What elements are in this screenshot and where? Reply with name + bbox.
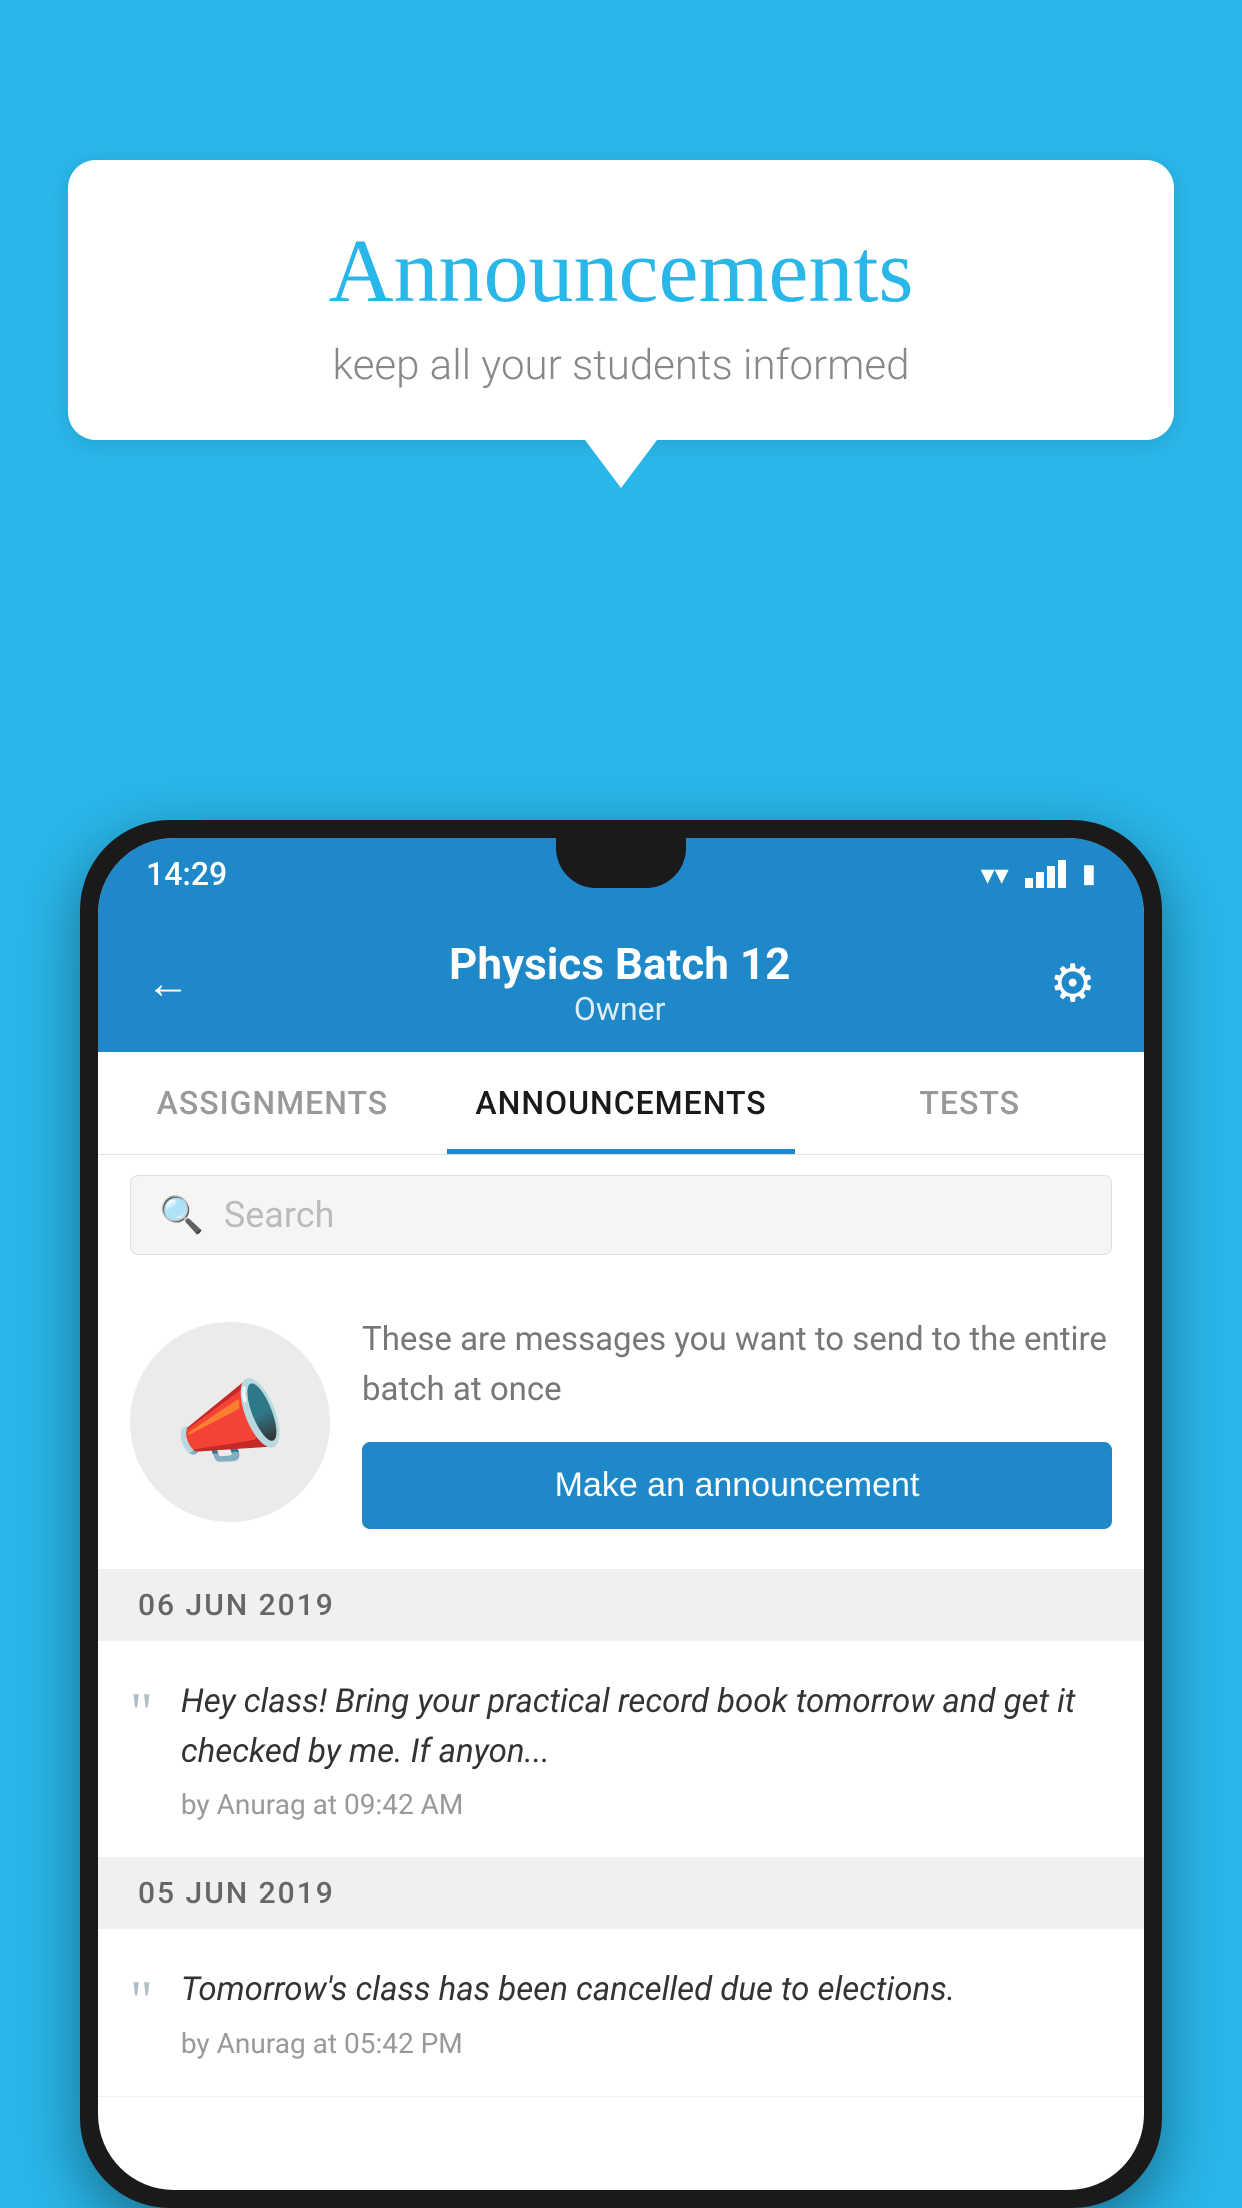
- announcement-item-2: " Tomorrow's class has been cancelled du…: [98, 1929, 1144, 2097]
- search-icon: 🔍: [159, 1194, 204, 1236]
- app-header: ← Physics Batch 12 Owner ⚙: [98, 910, 1144, 1052]
- tab-assignments[interactable]: ASSIGNMENTS: [98, 1052, 447, 1154]
- announcement-meta-2: by Anurag at 05:42 PM: [181, 2027, 1112, 2060]
- announcement-text-2: Tomorrow's class has been cancelled due …: [181, 1965, 1112, 2015]
- search-bar[interactable]: 🔍 Search: [130, 1175, 1112, 1255]
- tabs-bar: ASSIGNMENTS ANNOUNCEMENTS TESTS: [98, 1052, 1144, 1155]
- search-placeholder: Search: [224, 1194, 335, 1236]
- header-title: Physics Batch 12: [449, 938, 790, 990]
- quote-icon-2: ": [130, 1973, 153, 2029]
- gear-icon[interactable]: ⚙: [1049, 953, 1096, 1014]
- promo-description: These are messages you want to send to t…: [362, 1315, 1112, 1414]
- megaphone-icon: 📣: [174, 1370, 286, 1475]
- battery-icon: ▮: [1082, 859, 1096, 889]
- header-center: Physics Batch 12 Owner: [449, 938, 790, 1028]
- announcement-content-1: Hey class! Bring your practical record b…: [181, 1677, 1112, 1821]
- speech-bubble: Announcements keep all your students inf…: [68, 160, 1174, 440]
- make-announcement-button[interactable]: Make an announcement: [362, 1442, 1112, 1529]
- phone-screen: 14:29 ▾▾ ▮ ← Physics Batch 12: [98, 838, 1144, 2190]
- speech-bubble-section: Announcements keep all your students inf…: [68, 160, 1174, 488]
- wifi-icon: ▾▾: [981, 858, 1009, 891]
- signal-bars-icon: [1025, 860, 1066, 888]
- status-bar: 14:29 ▾▾ ▮: [98, 838, 1144, 910]
- status-time: 14:29: [146, 855, 227, 893]
- bubble-subtitle: keep all your students informed: [148, 341, 1094, 390]
- date-header-2: 05 JUN 2019: [98, 1858, 1144, 1929]
- back-button[interactable]: ←: [146, 957, 190, 1009]
- status-icons: ▾▾ ▮: [981, 858, 1096, 891]
- announcement-meta-1: by Anurag at 09:42 AM: [181, 1788, 1112, 1821]
- tab-tests[interactable]: TESTS: [795, 1052, 1144, 1154]
- bubble-title: Announcements: [148, 220, 1094, 323]
- phone-mockup: 14:29 ▾▾ ▮ ← Physics Batch 12: [80, 820, 1162, 2208]
- phone-outer-shell: 14:29 ▾▾ ▮ ← Physics Batch 12: [80, 820, 1162, 2208]
- announcement-content-2: Tomorrow's class has been cancelled due …: [181, 1965, 1112, 2060]
- phone-notch: [556, 838, 686, 888]
- announcement-item-1: " Hey class! Bring your practical record…: [98, 1641, 1144, 1858]
- date-header-1: 06 JUN 2019: [98, 1570, 1144, 1641]
- header-subtitle: Owner: [449, 990, 790, 1028]
- megaphone-circle: 📣: [130, 1322, 330, 1522]
- search-section: 🔍 Search: [98, 1155, 1144, 1275]
- speech-bubble-arrow: [585, 440, 657, 488]
- quote-icon-1: ": [130, 1685, 153, 1741]
- announcement-promo-section: 📣 These are messages you want to send to…: [98, 1275, 1144, 1570]
- announcement-text-1: Hey class! Bring your practical record b…: [181, 1677, 1112, 1776]
- promo-right: These are messages you want to send to t…: [362, 1315, 1112, 1529]
- tab-announcements[interactable]: ANNOUNCEMENTS: [447, 1052, 796, 1154]
